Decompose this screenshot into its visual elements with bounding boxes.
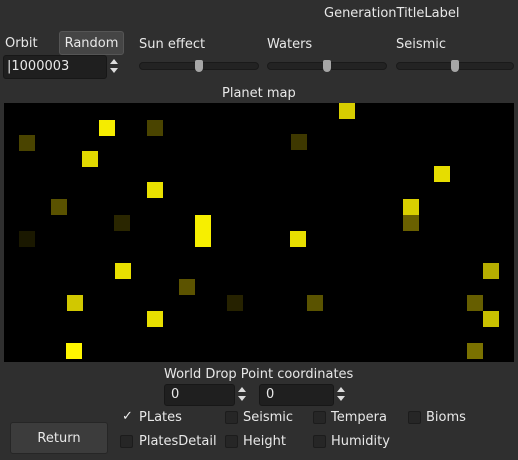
layer-platesdetail-checkbox[interactable] xyxy=(120,435,133,448)
seismic-slider[interactable] xyxy=(396,60,514,72)
map-cell xyxy=(307,295,323,311)
layer-humidity-label[interactable]: Humidity xyxy=(331,434,390,449)
map-cell xyxy=(147,120,163,136)
world-drop-label: World Drop Point coordinates xyxy=(164,367,354,382)
layer-humidity-checkbox[interactable] xyxy=(313,435,326,448)
map-cell xyxy=(403,199,419,215)
map-cell xyxy=(195,215,211,247)
layer-seismic-checkbox[interactable] xyxy=(225,411,238,424)
map-cell xyxy=(82,151,98,167)
layer-height-checkbox[interactable] xyxy=(225,435,238,448)
waters-label: Waters xyxy=(267,37,313,52)
sun-effect-slider[interactable] xyxy=(139,60,259,72)
map-cell xyxy=(19,135,35,151)
layer-seismic-label[interactable]: Seismic xyxy=(243,410,293,425)
map-cell xyxy=(99,120,115,136)
layer-platesdetail-label[interactable]: PlatesDetail xyxy=(139,434,217,449)
layer-tempera-label[interactable]: Tempera xyxy=(331,410,387,425)
drop-x-value: 0 xyxy=(171,387,180,402)
sun-effect-label: Sun effect xyxy=(139,37,206,52)
map-cell xyxy=(147,311,163,327)
planet-map[interactable] xyxy=(4,103,514,362)
map-cell xyxy=(51,199,67,215)
map-cell xyxy=(483,311,499,327)
checkmark-icon[interactable]: ✓ xyxy=(122,409,133,424)
map-cell xyxy=(67,295,83,311)
planet-map-label: Planet map xyxy=(222,86,296,101)
orbit-seed-value: |1000003 xyxy=(7,59,70,74)
map-cell xyxy=(467,343,483,359)
map-cell xyxy=(403,215,419,231)
map-cell xyxy=(467,295,483,311)
map-cell xyxy=(19,231,35,247)
map-cell xyxy=(291,134,307,150)
map-cell xyxy=(290,231,306,247)
map-cell xyxy=(179,279,195,295)
map-cell xyxy=(147,182,163,198)
spin-up-down-icon[interactable] xyxy=(337,385,347,405)
map-cell xyxy=(66,343,82,359)
layer-bioms-label[interactable]: Bioms xyxy=(426,410,466,425)
map-cell xyxy=(434,166,450,182)
map-cell xyxy=(339,103,355,119)
layer-bioms-checkbox[interactable] xyxy=(408,411,421,424)
drop-y-value: 0 xyxy=(266,387,275,402)
map-cell xyxy=(227,295,243,311)
drop-x-input[interactable]: 0 xyxy=(164,384,235,406)
map-cell xyxy=(483,263,499,279)
generation-title: GenerationTitleLabel xyxy=(324,6,460,21)
map-cell xyxy=(114,215,130,231)
random-button[interactable]: Random xyxy=(59,31,124,55)
sun-effect-grabber[interactable] xyxy=(195,60,203,72)
seismic-grabber[interactable] xyxy=(451,60,459,72)
layer-height-label[interactable]: Height xyxy=(243,434,286,449)
spin-up-down-icon[interactable] xyxy=(110,57,120,77)
return-button[interactable]: Return xyxy=(10,422,108,454)
spin-up-down-icon[interactable] xyxy=(238,385,248,405)
seismic-label: Seismic xyxy=(396,37,447,52)
waters-slider[interactable] xyxy=(267,60,387,72)
map-cell xyxy=(115,263,131,279)
orbit-seed-input[interactable]: |1000003 xyxy=(3,55,107,79)
layer-tempera-checkbox[interactable] xyxy=(313,411,326,424)
drop-y-input[interactable]: 0 xyxy=(259,384,334,406)
orbit-label: Orbit xyxy=(5,36,38,51)
waters-grabber[interactable] xyxy=(323,60,331,72)
layer-plates-label[interactable]: PLates xyxy=(139,410,182,425)
